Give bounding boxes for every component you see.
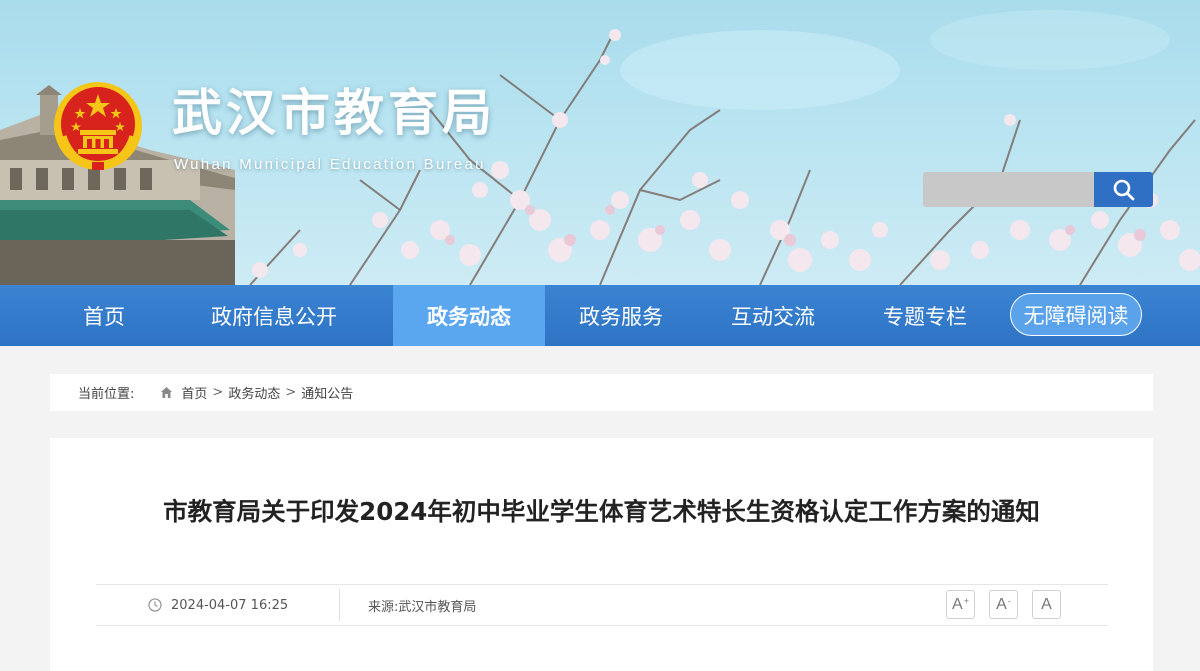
font-decrease-mark: - (1007, 595, 1011, 606)
breadcrumb-label: 当前位置: (78, 387, 135, 402)
font-increase-mark: + (963, 595, 969, 606)
home-icon (160, 386, 173, 399)
article-source: 来源:武汉市教育局 (368, 599, 477, 615)
font-reset-button[interactable]: A (1032, 590, 1061, 619)
font-increase-label: A (952, 595, 963, 613)
breadcrumb-separator: > (285, 385, 297, 400)
font-increase-button[interactable]: A + (946, 590, 975, 619)
font-decrease-button[interactable]: A- (989, 590, 1018, 619)
breadcrumb: 当前位置: 首页 > 政务动态 > 通知公告 (50, 374, 1153, 411)
search-button[interactable] (1094, 172, 1153, 207)
article-title: 市教育局关于印发2024年初中毕业学生体育艺术特长生资格认定工作方案的通知 (163, 497, 1040, 526)
search-input[interactable] (923, 172, 1094, 207)
article-panel: 市教育局关于印发2024年初中毕业学生体育艺术特长生资格认定工作方案的通知 20… (50, 438, 1153, 671)
font-reset-label: A (1041, 595, 1052, 613)
nav-item-home[interactable]: 首页 (30, 285, 178, 346)
meta-divider (339, 589, 340, 621)
blossom-shadow-illustration (445, 205, 1146, 246)
nav-item-government-services[interactable]: 政务服务 (545, 285, 697, 346)
nav-item-government-news[interactable]: 政务动态 (393, 285, 545, 346)
search-icon (1113, 179, 1134, 200)
site-subtitle: Wuhan Municipal Education Bureau (174, 156, 486, 173)
breadcrumb-separator: > (212, 385, 224, 400)
banner-background-illustration (0, 10, 1200, 285)
site-title: 武汉市教育局 (172, 84, 496, 142)
breadcrumb-government-news-link[interactable]: 政务动态 (228, 383, 280, 402)
breadcrumb-home-link[interactable]: 首页 (181, 383, 207, 402)
nav-item-interaction[interactable]: 互动交流 (697, 285, 849, 346)
publish-date: 2024-04-07 16:25 (148, 585, 288, 625)
nav-item-government-info[interactable]: 政府信息公开 (178, 285, 370, 346)
header-banner: 武汉市教育局 Wuhan Municipal Education Bureau (0, 0, 1200, 285)
nav-item-special-topics[interactable]: 专题专栏 (849, 285, 1001, 346)
publish-date-text: 2024-04-07 16:25 (171, 597, 289, 613)
clock-icon (148, 598, 162, 612)
accessibility-reading-button[interactable]: 无障碍阅读 (1010, 293, 1142, 336)
font-decrease-label: A (996, 595, 1007, 613)
national-emblem-icon (54, 82, 142, 170)
article-meta: 2024-04-07 16:25 来源:武汉市教育局 A + A- A (96, 584, 1108, 626)
breadcrumb-notices-link[interactable]: 通知公告 (301, 383, 353, 402)
